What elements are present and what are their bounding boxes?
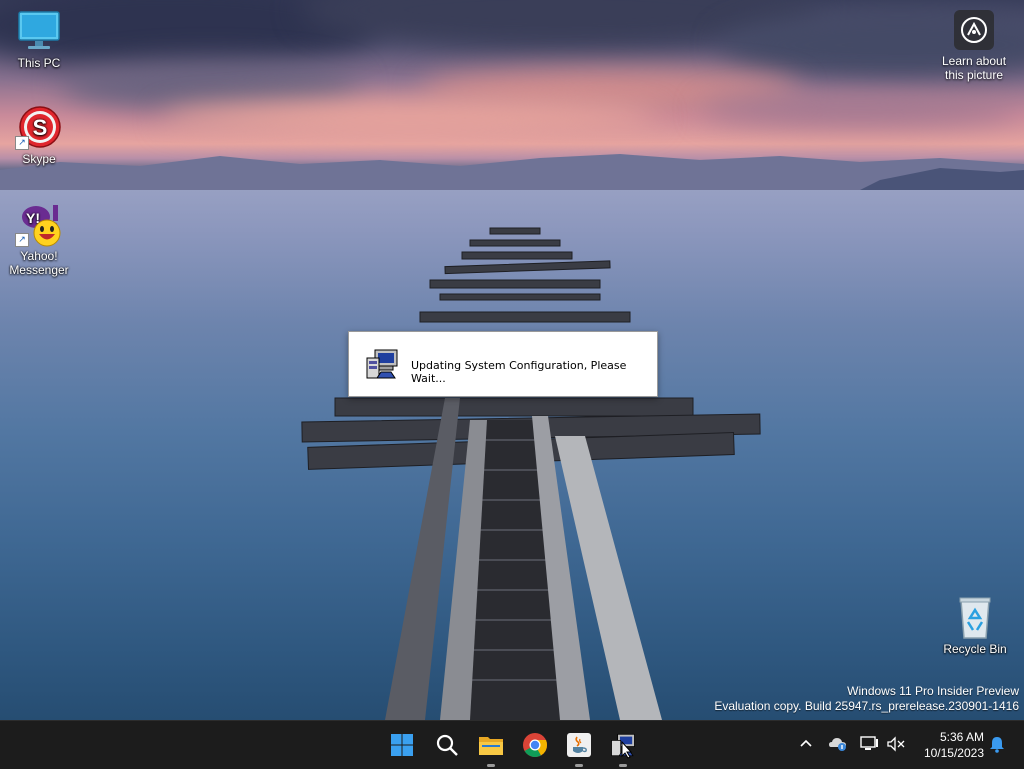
desktop-icon-recycle-bin[interactable]: Recycle Bin	[939, 596, 1011, 656]
mouse-cursor-icon	[621, 741, 633, 759]
desktop-icon-label: This PC	[17, 56, 61, 70]
onedrive-tray[interactable]	[827, 733, 849, 755]
camera-badge-icon	[954, 10, 994, 50]
folder-icon	[479, 737, 503, 755]
clock-date: 10/15/2023	[923, 746, 984, 760]
monitor-icon	[15, 10, 63, 54]
notification-bell-icon	[990, 737, 1004, 753]
start-button[interactable]	[386, 729, 418, 761]
learn-label-line1: Learn about	[941, 54, 1007, 68]
running-indicator	[575, 764, 583, 767]
network-icon	[860, 736, 878, 750]
desktop-icon-label: Skype	[22, 152, 56, 166]
clock[interactable]: 5:36 AM 10/15/2023	[912, 729, 984, 761]
desktop-icon-yahoo-messenger[interactable]: Y! ↗ Yahoo! Messenger	[3, 203, 75, 277]
running-indicator	[619, 764, 627, 767]
java-icon	[567, 733, 591, 757]
taskbar: 5:36 AM 10/15/2023	[0, 720, 1024, 769]
shortcut-arrow-icon: ↗	[15, 233, 29, 247]
desktop-icon-this-pc[interactable]: This PC	[3, 10, 75, 70]
learn-label-line2: this picture	[944, 68, 1004, 82]
desktop-icon-label: Recycle Bin	[943, 642, 1007, 656]
search-button[interactable]	[431, 729, 463, 761]
file-explorer-button[interactable]	[475, 729, 507, 767]
onedrive-icon	[829, 738, 846, 751]
notification-button[interactable]	[986, 733, 1008, 755]
svg-text:S: S	[33, 115, 48, 140]
setup-computer-icon	[365, 348, 399, 380]
volume-tray[interactable]	[885, 733, 907, 755]
evaluation-watermark: Windows 11 Pro Insider Preview Evaluatio…	[714, 684, 1019, 714]
java-button[interactable]	[563, 729, 595, 767]
shortcut-arrow-icon: ↗	[15, 136, 29, 150]
chrome-button[interactable]	[519, 729, 551, 761]
watermark-line2: Evaluation copy. Build 25947.rs_prerelea…	[714, 699, 1019, 713]
desktop-icon-label: Yahoo!	[20, 249, 58, 263]
windows-logo-icon	[391, 734, 413, 756]
show-hidden-icons-button[interactable]	[795, 733, 817, 755]
setup-button[interactable]	[607, 729, 639, 767]
search-icon	[436, 734, 458, 756]
desktop-icon-label-line2: Messenger	[9, 263, 69, 277]
recycle-bin-icon	[951, 596, 999, 640]
network-tray[interactable]	[859, 733, 881, 755]
running-indicator	[487, 764, 495, 767]
volume-muted-icon	[887, 736, 905, 752]
skype-icon: S ↗	[15, 106, 63, 150]
chevron-up-icon	[800, 739, 812, 747]
yahoo-messenger-icon: Y! ↗	[15, 203, 63, 247]
dialog-message: Updating System Configuration, Please Wa…	[411, 359, 627, 385]
clock-time: 5:36 AM	[939, 730, 984, 744]
setup-progress-dialog: Updating System Configuration, Please Wa…	[348, 331, 658, 397]
watermark-line1: Windows 11 Pro Insider Preview	[847, 684, 1019, 698]
learn-about-picture[interactable]: Learn about this picture	[934, 10, 1014, 82]
desktop-icon-skype[interactable]: S ↗ Skype	[3, 106, 75, 166]
chrome-icon	[523, 733, 548, 758]
